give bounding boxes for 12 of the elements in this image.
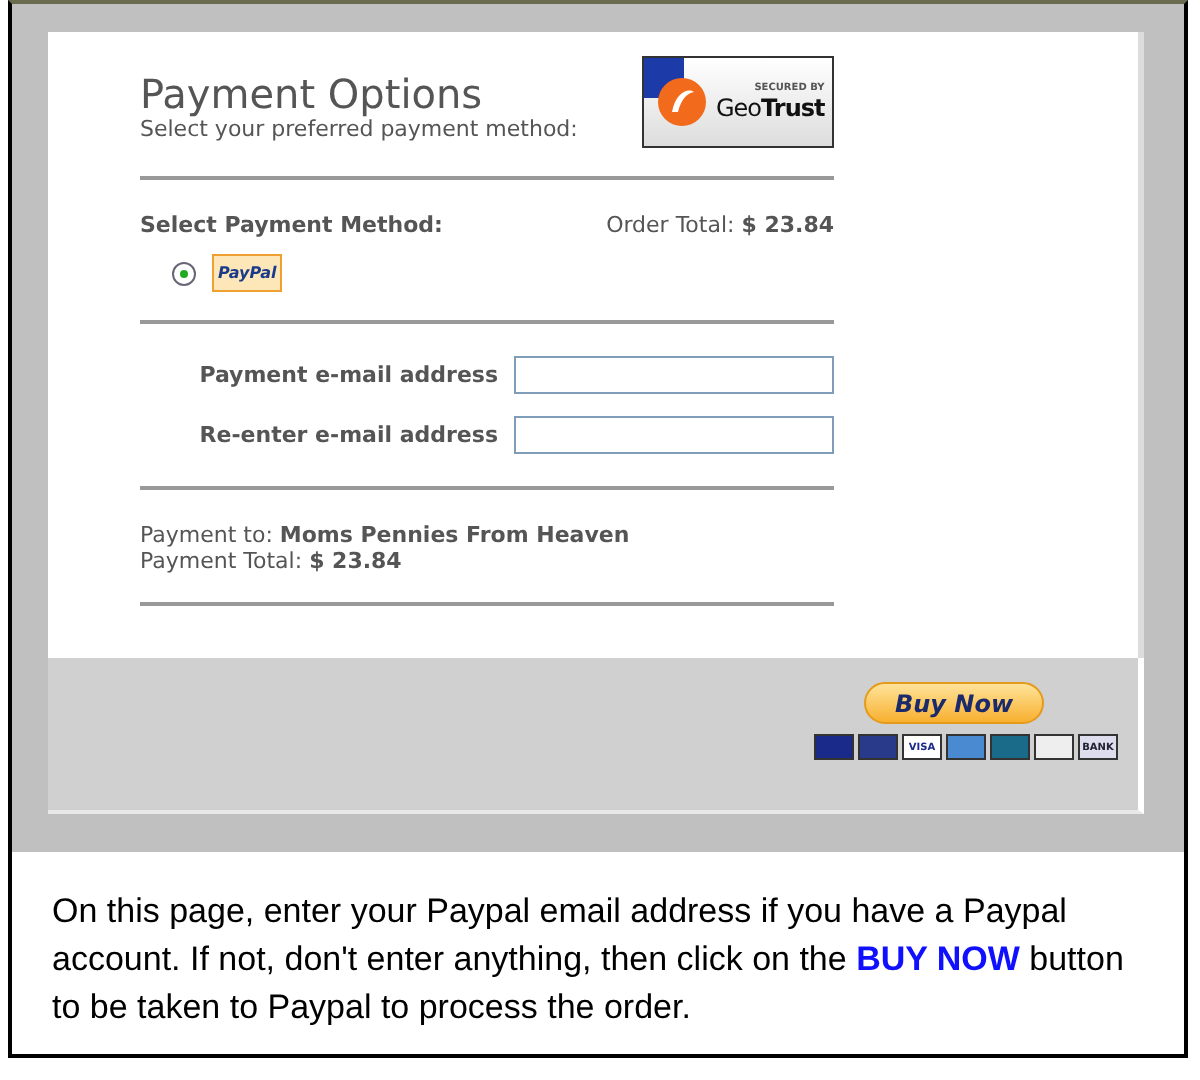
page-title: Payment Options — [140, 72, 485, 116]
order-total: Order Total: $ 23.84 — [606, 212, 834, 238]
buy-now-button[interactable]: Buy Now — [864, 682, 1044, 724]
field-label: Re-enter e-mail address — [197, 422, 498, 448]
payment-total: Payment Total: $ 23.84 — [140, 548, 404, 574]
paypal-logo: PayPal — [212, 254, 283, 292]
field-label: Payment e-mail address — [197, 362, 498, 388]
payee-line: Payment to: Moms Pennies From Heaven — [140, 522, 632, 548]
seal-brand: GeoTrust — [716, 94, 825, 122]
instruction-text: On this page, enter your Paypal email address if you have a Paypal account. If not, don't enter anything, then click on the BUY NOW button to be taken to Paypal to process the order. — [8, 852, 1188, 1058]
method-label: Select Payment Method: — [140, 212, 443, 238]
page-subtitle: Select your preferred payment method: — [140, 116, 578, 142]
